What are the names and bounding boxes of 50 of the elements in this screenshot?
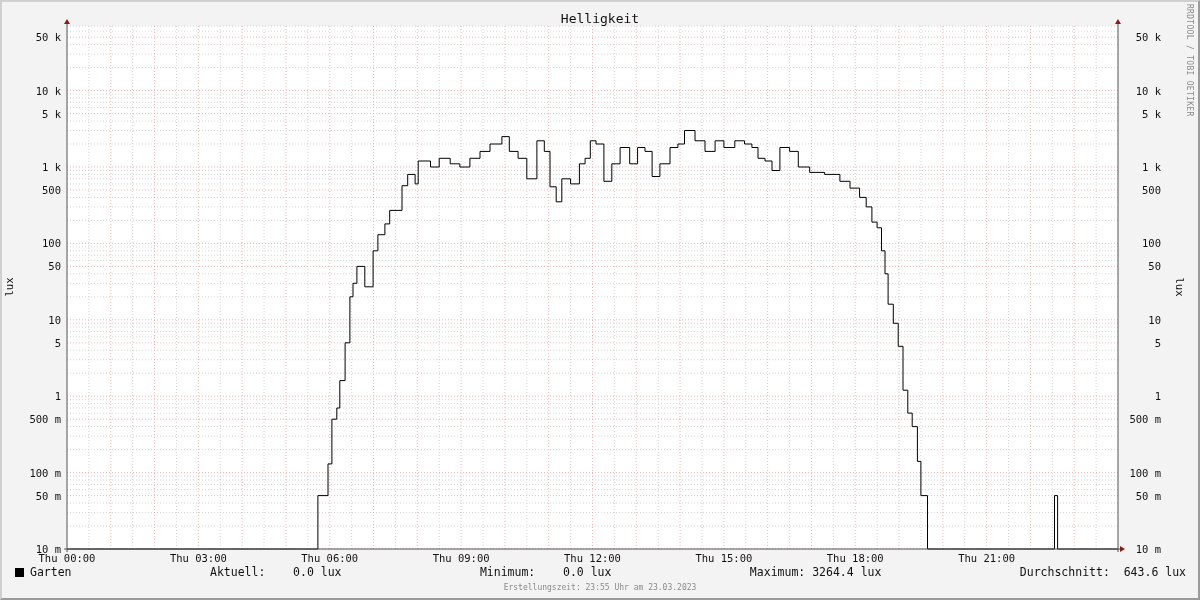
series-label: Garten [30, 565, 72, 579]
axis-tick-label: 100 m [1129, 466, 1161, 479]
axis-tick-label: 50 k [1135, 31, 1161, 44]
axis-tick-label: 5 k [42, 107, 61, 120]
axis-tick-label: 500 [1142, 184, 1161, 196]
axis-tick-label: Thu 21:00 [958, 552, 1016, 564]
axis-tick-label: 10 [48, 313, 61, 326]
axis-tick-label: 1 [1154, 390, 1161, 403]
axis-tick-label: 500 m [29, 413, 61, 426]
axis-tick-label: 5 [1154, 336, 1161, 349]
axis-tick-label: Thu 12:00 [564, 552, 621, 564]
axis-tick-label: 50 [1148, 260, 1161, 273]
axis-tick-label: 10 m [1135, 543, 1161, 555]
stat-label: Maximum: [749, 565, 806, 579]
creation-time-text: Erstellungszeit: 23:55 Uhr am 23.03.2023 [502, 583, 698, 592]
stat-value: 3264.4 lux [812, 565, 882, 579]
y-axis-label: lux [3, 277, 15, 297]
axis-tick-label: Thu 06:00 [301, 552, 359, 564]
axis-tick-label: Thu 00:00 [38, 552, 96, 564]
credit-text: RRDTOOL / TOBI OETIKER [1185, 4, 1194, 117]
axis-tick-label: 500 m [1129, 413, 1161, 426]
axis-tick-label: 100 m [29, 466, 61, 479]
stat-label: Minimum: [479, 565, 536, 579]
axis-tick-label: 1 k [42, 161, 61, 173]
stat-label: Durchschnitt: [1019, 565, 1110, 579]
stat-value: 643.6 lux [1122, 565, 1186, 579]
axis-tick-label: 50 [48, 260, 61, 273]
axis-tick-label: 500 [42, 184, 61, 196]
stat-label: Aktuell: [209, 565, 266, 579]
axis-tick-label: 5 [54, 336, 61, 349]
axis-tick-label: 5 k [1142, 107, 1161, 120]
axis-tick-label: 10 k [35, 84, 61, 97]
axis-tick-label: 100 [42, 237, 61, 250]
axis-tick-label: 1 [54, 390, 61, 403]
axis-tick-label: 1 k [1142, 161, 1161, 173]
axis-tick-label: 50 m [35, 489, 61, 502]
axis-tick-label: Thu 15:00 [695, 552, 753, 564]
axis-tick-label: 10 [1148, 313, 1161, 326]
y-axis-label: lux [1174, 277, 1186, 297]
axis-tick-label: Thu 03:00 [169, 552, 227, 564]
axis-tick-label: 10 k [1135, 84, 1161, 97]
axis-tick-label: 10 m [35, 543, 61, 555]
axis-tick-label: Thu 18:00 [826, 552, 884, 564]
axis-tick-label: 100 [1142, 237, 1161, 250]
chart-title: Helligkeit [560, 11, 640, 26]
axis-tick-label: 50 k [35, 31, 61, 44]
axis-tick-label: Thu 09:00 [432, 552, 490, 564]
stat-value: 0.0 lux [292, 565, 342, 579]
axis-tick-label: 50 m [1135, 489, 1161, 502]
stat-value: 0.0 lux [562, 565, 612, 579]
